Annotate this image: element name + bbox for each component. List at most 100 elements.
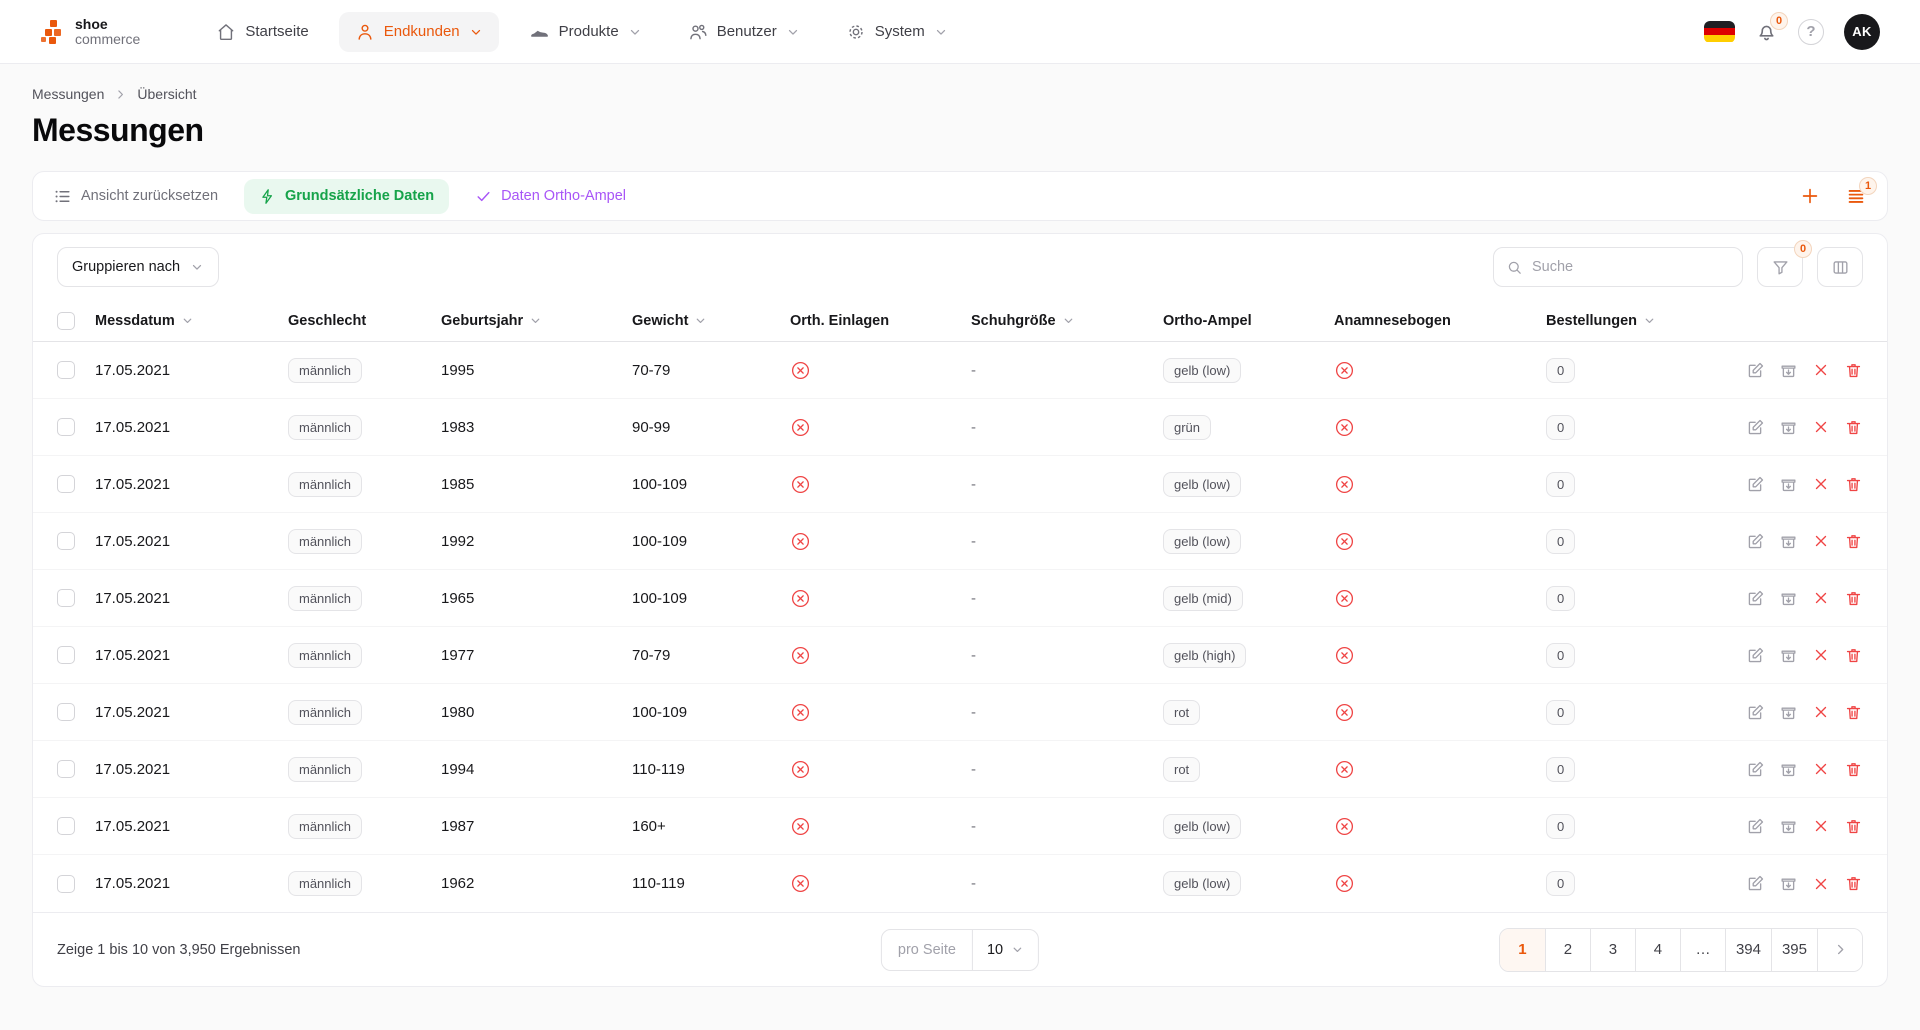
delete-button[interactable] [1844, 589, 1863, 608]
archive-button[interactable] [1779, 589, 1798, 608]
column-header-geburtsjahr[interactable]: Geburtsjahr [441, 313, 632, 329]
cancel-button[interactable] [1812, 875, 1830, 893]
cancel-button[interactable] [1812, 817, 1830, 835]
add-view-button[interactable] [1799, 185, 1821, 207]
page-button[interactable]: 4 [1634, 928, 1680, 971]
table-row[interactable]: 17.05.2021 männlich 1983 90-99 - grün 0 [33, 399, 1887, 456]
cancel-button[interactable] [1812, 418, 1830, 436]
group-by-label: Gruppieren nach [72, 259, 181, 275]
view-tab-daten-ortho-ampel[interactable]: Daten Ortho-Ampel [475, 179, 641, 214]
reset-view-button[interactable]: Ansicht zurücksetzen [53, 187, 218, 206]
cancel-button[interactable] [1812, 475, 1830, 493]
table-row[interactable]: 17.05.2021 männlich 1987 160+ - gelb (lo… [33, 798, 1887, 855]
avatar[interactable]: AK [1844, 13, 1880, 50]
row-checkbox[interactable] [57, 646, 75, 664]
top-navigation-bar: shoe commerce Startseite Endkunden Produ… [0, 0, 1920, 64]
table-row[interactable]: 17.05.2021 männlich 1994 110-119 - rot 0 [33, 741, 1887, 798]
nav-item-endkunden[interactable]: Endkunden [338, 11, 499, 52]
cancel-button[interactable] [1812, 646, 1830, 664]
row-checkbox[interactable] [57, 361, 75, 379]
nav-item-benutzer[interactable]: Benutzer [672, 12, 816, 52]
table-row[interactable]: 17.05.2021 männlich 1977 70-79 - gelb (h… [33, 627, 1887, 684]
delete-button[interactable] [1844, 760, 1863, 779]
edit-button[interactable] [1746, 817, 1765, 836]
cancel-button[interactable] [1812, 703, 1830, 721]
archive-button[interactable] [1779, 703, 1798, 722]
language-flag-german[interactable] [1704, 20, 1735, 43]
breadcrumb-messungen[interactable]: Messungen [32, 86, 104, 102]
row-checkbox[interactable] [57, 760, 75, 778]
cell-schuhgroesse: - [971, 475, 976, 493]
nav-item-startseite[interactable]: Startseite [200, 12, 324, 52]
page-button[interactable]: 394 [1724, 928, 1771, 971]
page-button[interactable]: 3 [1589, 928, 1635, 971]
page-button[interactable]: … [1679, 928, 1725, 971]
edit-button[interactable] [1746, 361, 1765, 380]
delete-button[interactable] [1844, 532, 1863, 551]
edit-button[interactable] [1746, 418, 1765, 437]
delete-button[interactable] [1844, 646, 1863, 665]
column-header-bestellungen[interactable]: Bestellungen [1546, 313, 1756, 329]
per-page-select[interactable]: 10 [971, 929, 1038, 970]
archive-button[interactable] [1779, 361, 1798, 380]
cancel-button[interactable] [1812, 589, 1830, 607]
delete-button[interactable] [1844, 361, 1863, 380]
table-row[interactable]: 17.05.2021 männlich 1995 70-79 - gelb (l… [33, 342, 1887, 399]
nav-item-system[interactable]: System [830, 12, 964, 52]
filter-button[interactable]: 0 [1757, 240, 1812, 287]
archive-button[interactable] [1779, 532, 1798, 551]
edit-button[interactable] [1746, 475, 1765, 494]
brand-name: shoe commerce [75, 16, 141, 47]
brand-logo[interactable]: shoe commerce [40, 17, 140, 46]
page-button[interactable]: 2 [1544, 928, 1590, 971]
cancel-button[interactable] [1812, 532, 1830, 550]
cancel-button[interactable] [1812, 361, 1830, 379]
delete-button[interactable] [1844, 817, 1863, 836]
edit-button[interactable] [1746, 760, 1765, 779]
edit-button[interactable] [1746, 874, 1765, 893]
row-checkbox[interactable] [57, 817, 75, 835]
archive-button[interactable] [1779, 646, 1798, 665]
table-row[interactable]: 17.05.2021 männlich 1962 110-119 - gelb … [33, 855, 1887, 912]
archive-button[interactable] [1779, 760, 1798, 779]
table-row[interactable]: 17.05.2021 männlich 1965 100-109 - gelb … [33, 570, 1887, 627]
delete-button[interactable] [1844, 874, 1863, 893]
column-header-schuhgroesse[interactable]: Schuhgröße [971, 313, 1163, 329]
columns-button[interactable] [1817, 247, 1863, 287]
edit-button[interactable] [1746, 532, 1765, 551]
edit-button[interactable] [1746, 589, 1765, 608]
column-header-gewicht[interactable]: Gewicht [632, 313, 790, 329]
delete-button[interactable] [1844, 475, 1863, 494]
search-input[interactable] [1532, 259, 1730, 275]
column-header-messdatum[interactable]: Messdatum [95, 313, 288, 329]
notifications-button[interactable]: 0 [1755, 12, 1788, 43]
archive-button[interactable] [1779, 418, 1798, 437]
nav-item-produkte[interactable]: Produkte [513, 11, 658, 52]
view-tab-grundsaetzliche-daten[interactable]: Grundsätzliche Daten [244, 178, 450, 214]
row-checkbox[interactable] [57, 874, 75, 893]
delete-button[interactable] [1844, 418, 1863, 437]
table-row[interactable]: 17.05.2021 männlich 1992 100-109 - gelb … [33, 513, 1887, 570]
edit-button[interactable] [1746, 703, 1765, 722]
help-button[interactable]: ? [1798, 18, 1824, 45]
archive-button[interactable] [1779, 874, 1798, 893]
saved-views-button[interactable]: 1 [1845, 177, 1877, 207]
page-button[interactable]: 395 [1770, 928, 1817, 971]
table-row[interactable]: 17.05.2021 männlich 1980 100-109 - rot 0 [33, 684, 1887, 741]
results-summary: Zeige 1 bis 10 von 3,950 Ergebnissen [57, 941, 301, 958]
row-checkbox[interactable] [57, 418, 75, 436]
pagination-next-button[interactable] [1817, 928, 1862, 971]
archive-button[interactable] [1779, 817, 1798, 836]
table-row[interactable]: 17.05.2021 männlich 1985 100-109 - gelb … [33, 456, 1887, 513]
page-button[interactable]: 1 [1499, 928, 1545, 971]
row-checkbox[interactable] [57, 532, 75, 550]
row-checkbox[interactable] [57, 475, 75, 493]
archive-button[interactable] [1779, 475, 1798, 494]
cancel-button[interactable] [1812, 760, 1830, 778]
group-by-button[interactable]: Gruppieren nach [57, 247, 220, 287]
edit-button[interactable] [1746, 646, 1765, 665]
row-checkbox[interactable] [57, 589, 75, 607]
select-all-checkbox[interactable] [57, 311, 75, 330]
delete-button[interactable] [1844, 703, 1863, 722]
row-checkbox[interactable] [57, 703, 75, 721]
